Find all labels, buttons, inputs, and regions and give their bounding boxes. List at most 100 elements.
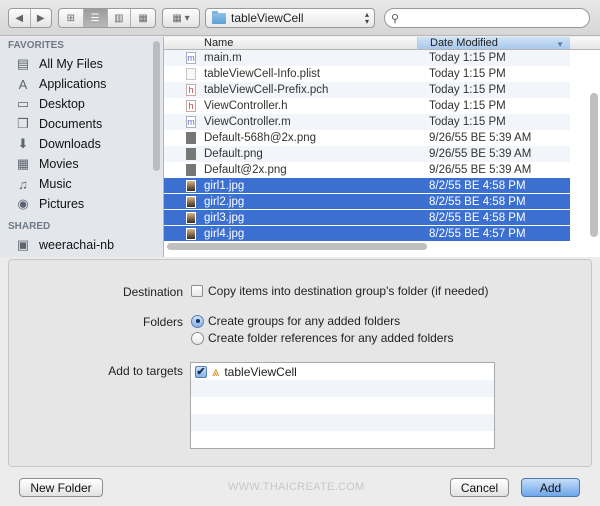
arrange-icon: ▦ ▾	[172, 12, 190, 24]
png-file-icon	[186, 164, 196, 176]
sidebar-item-documents[interactable]: ❐ Documents	[0, 114, 163, 134]
sidebar-item-all-my-files[interactable]: ▤ All My Files	[0, 54, 163, 74]
sidebar-item-label: Pictures	[39, 197, 85, 211]
back-forward-control: ◀ ▶	[8, 8, 52, 28]
file-date-modified: Today 1:15 PM	[429, 84, 506, 96]
column-view-button[interactable]: ▥	[108, 9, 132, 27]
folder-icon	[212, 10, 226, 24]
file-row[interactable]: girl4.jpg 8/2/55 BE 4:57 PM	[164, 226, 570, 242]
file-date-modified: 9/26/55 BE 5:39 AM	[429, 164, 532, 176]
search-input[interactable]	[403, 11, 574, 25]
new-folder-button[interactable]: New Folder	[19, 478, 103, 497]
sidebar-section-favorites: FAVORITES	[8, 40, 64, 51]
all-files-icon: ▤	[16, 56, 30, 71]
file-row[interactable]: h ViewController.h Today 1:15 PM	[164, 98, 570, 114]
options-panel: Destination Copy items into destination …	[8, 259, 592, 467]
sidebar-item-label: Movies	[39, 157, 79, 171]
file-date-modified: Today 1:15 PM	[429, 68, 506, 80]
file-row[interactable]: h tableViewCell-Prefix.pch Today 1:15 PM	[164, 82, 570, 98]
sidebar-item-label: All My Files	[39, 57, 103, 71]
cancel-button[interactable]: Cancel	[450, 478, 509, 497]
png-file-icon	[186, 148, 196, 160]
radio-unselected[interactable]	[191, 331, 204, 345]
column-header: Name Date Modified ▼	[164, 37, 600, 50]
sidebar-item-desktop[interactable]: ▭ Desktop	[0, 94, 163, 114]
list-view-button[interactable]: ☰	[83, 9, 108, 27]
desktop-icon: ▭	[16, 96, 30, 111]
file-date-modified: 8/2/55 BE 4:57 PM	[429, 227, 526, 240]
column-header-date-label: Date Modified	[430, 37, 498, 49]
copy-items-checkbox[interactable]: Copy items into destination group's fold…	[191, 284, 488, 298]
search-field[interactable]: ⚲	[384, 8, 590, 28]
horizontal-scrollbar[interactable]	[167, 243, 427, 250]
file-row[interactable]: tableViewCell-Info.plist Today 1:15 PM	[164, 66, 570, 82]
file-date-modified: 8/2/55 BE 4:58 PM	[429, 195, 526, 208]
create-groups-radio[interactable]: Create groups for any added folders	[191, 314, 400, 328]
back-arrow-icon: ◀	[15, 12, 24, 24]
file-date-modified: Today 1:15 PM	[429, 52, 506, 64]
add-button[interactable]: Add	[521, 478, 580, 497]
sidebar-section-shared: SHARED	[8, 221, 51, 232]
sidebar-item-applications[interactable]: A Applications	[0, 74, 163, 94]
jpg-file-icon	[186, 179, 196, 192]
file-date-modified: 8/2/55 BE 4:58 PM	[429, 211, 526, 224]
column-header-date-modified[interactable]: Date Modified ▼	[418, 37, 570, 49]
forward-button[interactable]: ▶	[31, 9, 52, 27]
sidebar-item-movies[interactable]: ▦ Movies	[0, 154, 163, 174]
file-rows: m main.m Today 1:15 PM tableViewCell-Info.p…	[164, 50, 570, 242]
create-folder-references-radio[interactable]: Create folder references for any added f…	[191, 331, 453, 345]
file-row[interactable]: Default.png 9/26/55 BE 5:39 AM	[164, 146, 570, 162]
destination-label: Destination	[122, 285, 183, 299]
target-row-empty	[191, 397, 494, 414]
target-checkbox-checked[interactable]: ✔	[195, 365, 207, 378]
h-file-icon: h	[186, 84, 196, 96]
file-name: girl4.jpg	[204, 227, 245, 240]
pictures-icon: ◉	[17, 196, 29, 211]
icon-view-button[interactable]: ⊞	[59, 9, 84, 27]
file-row[interactable]: m ViewController.m Today 1:15 PM	[164, 114, 570, 130]
toolbar: ◀ ▶ ⊞ ☰ ▥ ▦ ▦ ▾ tableViewCell ▴ ▾ ⚲	[0, 0, 600, 36]
coverflow-view-icon: ▦	[138, 12, 148, 24]
radio-selected[interactable]	[191, 314, 204, 328]
path-popup-value: tableViewCell	[231, 11, 304, 25]
sidebar-item-music[interactable]: ♫ Music	[0, 174, 163, 194]
file-name: tableViewCell-Prefix.pch	[204, 84, 329, 96]
sidebar-item-downloads[interactable]: ⬇ Downloads	[0, 134, 163, 154]
file-row[interactable]: Default@2x.png 9/26/55 BE 5:39 AM	[164, 162, 570, 178]
file-row[interactable]: girl1.jpg 8/2/55 BE 4:58 PM	[164, 178, 570, 194]
target-row-empty	[191, 414, 494, 431]
add-to-targets-label: Add to targets	[108, 364, 183, 378]
checkbox-unchecked[interactable]	[191, 285, 203, 297]
column-header-name[interactable]: Name	[164, 37, 418, 49]
sidebar-item-weerachai-nb[interactable]: ▣ weerachai-nb	[0, 235, 163, 255]
file-name: girl2.jpg	[204, 195, 245, 208]
jpg-file-icon	[186, 211, 196, 224]
list-view-icon: ☰	[90, 12, 100, 24]
music-icon: ♫	[18, 176, 28, 192]
jpg-file-icon	[186, 195, 196, 208]
back-button[interactable]: ◀	[9, 9, 31, 27]
sidebar-item-label: Documents	[39, 117, 103, 131]
create-groups-label: Create groups for any added folders	[208, 314, 401, 328]
file-list: Name Date Modified ▼ m main.m Today 1:15 PM…	[163, 37, 600, 257]
arrange-menu-button[interactable]: ▦ ▾	[162, 8, 200, 28]
h-file-icon: h	[186, 100, 196, 112]
shared-computer-icon: ▣	[16, 237, 30, 252]
file-date-modified: Today 1:15 PM	[429, 100, 506, 112]
sidebar-item-pictures[interactable]: ◉ Pictures	[0, 194, 163, 214]
file-row[interactable]: girl2.jpg 8/2/55 BE 4:58 PM	[164, 194, 570, 210]
file-date-modified: 9/26/55 BE 5:39 AM	[429, 132, 532, 144]
watermark: WWW.THAICREATE.COM	[228, 481, 365, 493]
file-name: Default.png	[204, 148, 263, 160]
create-folder-references-label: Create folder references for any added f…	[208, 331, 454, 345]
sidebar-scrollbar[interactable]	[153, 41, 160, 171]
coverflow-view-button[interactable]: ▦	[131, 9, 155, 27]
downloads-icon: ⬇	[17, 136, 29, 151]
file-row[interactable]: girl3.jpg 8/2/55 BE 4:58 PM	[164, 210, 570, 226]
file-row[interactable]: Default-568h@2x.png 9/26/55 BE 5:39 AM	[164, 130, 570, 146]
vertical-scrollbar[interactable]	[590, 93, 598, 237]
file-row[interactable]: m main.m Today 1:15 PM	[164, 50, 570, 66]
path-popup[interactable]: tableViewCell ▴ ▾	[205, 8, 375, 28]
file-name: girl3.jpg	[204, 211, 245, 224]
target-row-tableviewcell[interactable]: ✔ ⩓ tableViewCell	[191, 363, 494, 380]
